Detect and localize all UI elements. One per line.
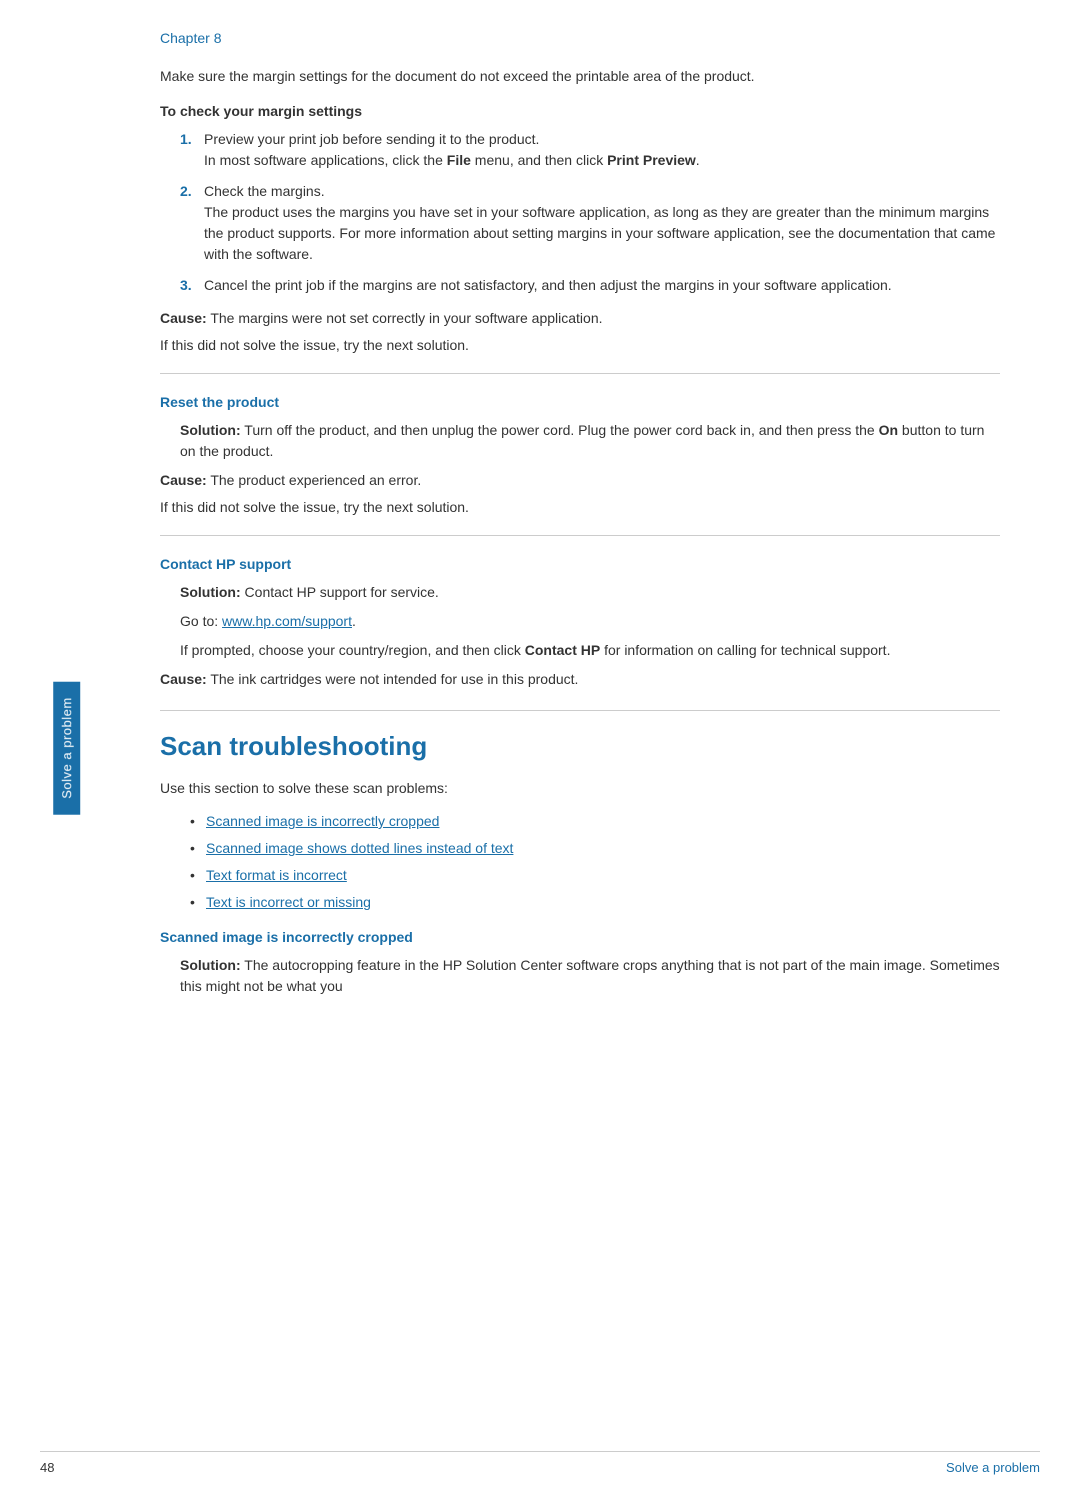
scan-link-1[interactable]: Scanned image is incorrectly cropped bbox=[206, 813, 439, 829]
scan-link-4[interactable]: Text is incorrect or missing bbox=[206, 894, 371, 910]
contact-cause-text: The ink cartridges were not intended for… bbox=[210, 671, 578, 687]
reset-solution-text: Turn off the product, and then unplug th… bbox=[180, 422, 984, 459]
reset-cause: Cause: The product experienced an error. bbox=[160, 470, 1000, 491]
margin-cause: Cause: The margins were not set correctl… bbox=[160, 308, 1000, 329]
contact-cause-label: Cause: bbox=[160, 671, 207, 687]
step-number-1: 1. bbox=[180, 129, 192, 150]
scan-links-list: Scanned image is incorrectly cropped Sca… bbox=[190, 811, 1000, 913]
margin-step-3: 3. Cancel the print job if the margins a… bbox=[180, 275, 1000, 296]
contact-hp-link[interactable]: www.hp.com/support bbox=[222, 613, 352, 629]
footer-page-number: 48 bbox=[40, 1460, 54, 1475]
margin-cause-text: The margins were not set correctly in yo… bbox=[210, 310, 602, 326]
chapter-header: Chapter 8 bbox=[160, 30, 1000, 46]
footer-label: Solve a problem bbox=[946, 1460, 1040, 1475]
scan-link-item-3: Text format is incorrect bbox=[190, 865, 1000, 886]
scan-link-3[interactable]: Text format is incorrect bbox=[206, 867, 347, 883]
reset-next-solution: If this did not solve the issue, try the… bbox=[160, 499, 1000, 515]
contact-solution-label: Solution: bbox=[180, 584, 241, 600]
intro-paragraph: Make sure the margin settings for the do… bbox=[160, 66, 1000, 87]
reset-section: Reset the product Solution: Turn off the… bbox=[160, 394, 1000, 515]
scan-intro: Use this section to solve these scan pro… bbox=[160, 778, 1000, 799]
contact-solution-text: Contact HP support for service. bbox=[245, 584, 439, 600]
contact-solution: Solution: Contact HP support for service… bbox=[180, 582, 1000, 603]
step-number-2: 2. bbox=[180, 181, 192, 202]
scan-section: Scan troubleshooting Use this section to… bbox=[160, 731, 1000, 997]
step-text-3: Cancel the print job if the margins are … bbox=[204, 277, 892, 293]
divider-1 bbox=[160, 373, 1000, 374]
contact-go-to-text: Go to: bbox=[180, 613, 222, 629]
scan-heading: Scan troubleshooting bbox=[160, 731, 1000, 762]
cropped-solution-label: Solution: bbox=[180, 957, 241, 973]
margin-next-solution: If this did not solve the issue, try the… bbox=[160, 337, 1000, 353]
contact-cause: Cause: The ink cartridges were not inten… bbox=[160, 669, 1000, 690]
cropped-solution-text: The autocropping feature in the HP Solut… bbox=[180, 957, 1000, 994]
scan-link-2[interactable]: Scanned image shows dotted lines instead… bbox=[206, 840, 513, 856]
margin-step-2: 2. Check the margins. The product uses t… bbox=[180, 181, 1000, 265]
margin-heading: To check your margin settings bbox=[160, 103, 1000, 119]
side-tab: Solve a problem bbox=[53, 681, 80, 814]
scan-link-item-1: Scanned image is incorrectly cropped bbox=[190, 811, 1000, 832]
reset-solution-label: Solution: bbox=[180, 422, 241, 438]
step-text-2: Check the margins. The product uses the … bbox=[204, 183, 995, 262]
footer: 48 Solve a problem bbox=[40, 1451, 1040, 1475]
divider-3 bbox=[160, 710, 1000, 711]
margin-step-1: 1. Preview your print job before sending… bbox=[180, 129, 1000, 171]
scan-link-item-4: Text is incorrect or missing bbox=[190, 892, 1000, 913]
contact-section: Contact HP support Solution: Contact HP … bbox=[160, 556, 1000, 690]
step-number-3: 3. bbox=[180, 275, 192, 296]
cropped-heading: Scanned image is incorrectly cropped bbox=[160, 929, 1000, 945]
cropped-solution: Solution: The autocropping feature in th… bbox=[180, 955, 1000, 997]
margin-cause-label: Cause: bbox=[160, 310, 207, 326]
reset-cause-label: Cause: bbox=[160, 472, 207, 488]
reset-solution: Solution: Turn off the product, and then… bbox=[180, 420, 1000, 462]
scan-link-item-2: Scanned image shows dotted lines instead… bbox=[190, 838, 1000, 859]
reset-heading: Reset the product bbox=[160, 394, 1000, 410]
divider-2 bbox=[160, 535, 1000, 536]
margin-steps-list: 1. Preview your print job before sending… bbox=[180, 129, 1000, 296]
contact-go-to: Go to: www.hp.com/support. bbox=[180, 611, 1000, 632]
contact-heading: Contact HP support bbox=[160, 556, 1000, 572]
reset-cause-text: The product experienced an error. bbox=[210, 472, 421, 488]
contact-prompted: If prompted, choose your country/region,… bbox=[180, 640, 1000, 661]
margin-section: To check your margin settings 1. Preview… bbox=[160, 103, 1000, 353]
step-text-1: Preview your print job before sending it… bbox=[204, 131, 700, 168]
